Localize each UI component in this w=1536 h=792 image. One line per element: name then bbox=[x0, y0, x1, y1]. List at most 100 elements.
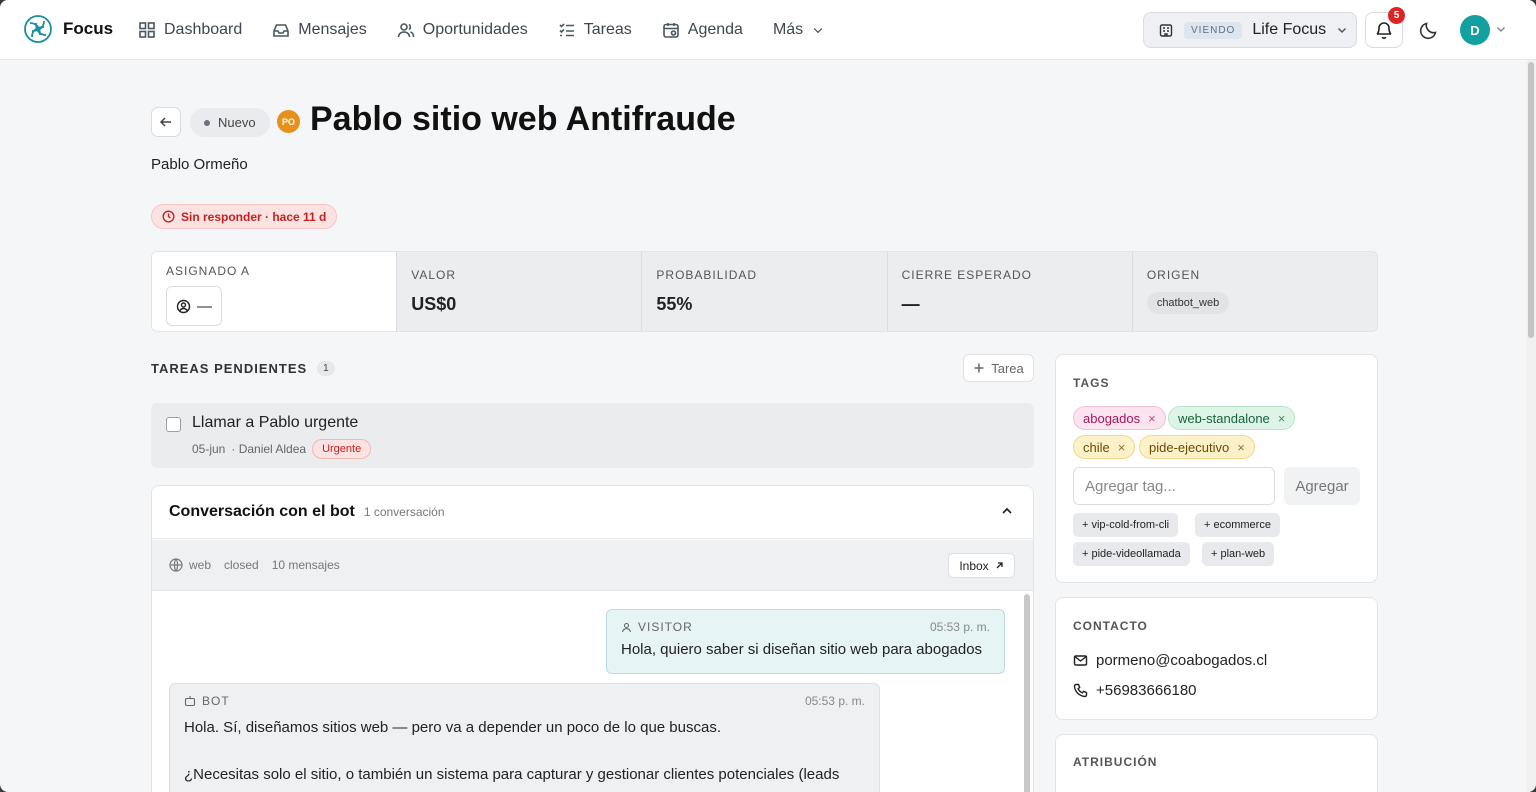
clock-icon bbox=[162, 210, 175, 223]
chevron-down-icon[interactable] bbox=[1495, 23, 1507, 35]
contact-card: CONTACTO pormeno@coabogados.cl +56983666… bbox=[1055, 597, 1378, 720]
page-title: Pablo sitio web Antifraude bbox=[310, 100, 736, 138]
page-scrollbar-thumb[interactable] bbox=[1528, 62, 1534, 338]
focus-logo-icon bbox=[24, 15, 52, 43]
bot-icon bbox=[184, 696, 196, 707]
user-circle-icon bbox=[176, 299, 191, 313]
tag-input[interactable]: Agregar tag... bbox=[1073, 467, 1275, 505]
task-row[interactable]: Llamar a Pablo urgente 05-jun · Daniel A… bbox=[151, 403, 1034, 468]
workspace-name: Life Focus bbox=[1252, 21, 1327, 38]
message-time: 05:53 p. m. bbox=[804, 694, 865, 708]
phone-icon bbox=[1073, 683, 1088, 698]
back-button[interactable] bbox=[151, 107, 181, 137]
nav-tareas-label: Tareas bbox=[583, 21, 632, 38]
external-arrow-icon bbox=[996, 562, 1003, 569]
status-dot bbox=[204, 119, 210, 126]
workspace-selector[interactable]: VIENDO Life Focus bbox=[1143, 12, 1357, 48]
contact-name: Pablo Ormeño bbox=[151, 156, 248, 173]
tag-suggestion[interactable]: + vip-cold-from-cli bbox=[1073, 513, 1179, 537]
checklist-icon bbox=[559, 23, 574, 37]
tasks-count: 1 bbox=[317, 361, 335, 376]
message-role: BOT bbox=[202, 694, 230, 708]
contact-phone[interactable]: +56983666180 bbox=[1073, 682, 1197, 699]
message-bot: BOT 05:53 p. m. Hola. Sí, diseñamos siti… bbox=[169, 683, 880, 792]
tag-label: web-standalone bbox=[1178, 410, 1270, 426]
inbox-button[interactable]: Inbox bbox=[948, 553, 1015, 578]
nav-mas[interactable]: Más bbox=[773, 21, 825, 39]
bot-conversation-panel: Conversación con el bot 1 conversación w… bbox=[151, 485, 1034, 792]
messages-list[interactable]: VISITOR 05:53 p. m. Hola, quiero saber s… bbox=[152, 592, 1033, 792]
plus-icon bbox=[974, 363, 984, 373]
top-navigation: Focus Dashboard Mensajes Oportunidades T… bbox=[0, 0, 1536, 60]
tag-suggestion[interactable]: + pide-videollamada bbox=[1073, 542, 1190, 566]
arrow-left-icon bbox=[159, 117, 171, 127]
task-owner: · Daniel Aldea bbox=[231, 442, 307, 456]
contact-email-text: pormeno@coabogados.cl bbox=[1096, 652, 1268, 669]
close-icon[interactable]: × bbox=[1118, 440, 1126, 455]
tasks-title: TAREAS PENDIENTES bbox=[151, 361, 308, 376]
nav-mensajes-label: Mensajes bbox=[298, 21, 367, 38]
close-icon[interactable]: × bbox=[1278, 411, 1286, 426]
tag-suggestion[interactable]: + plan-web bbox=[1202, 542, 1275, 566]
stat-close-value: — bbox=[901, 294, 920, 314]
conversation-header[interactable]: Conversación con el bot 1 conversación bbox=[152, 486, 1033, 539]
notifications-button[interactable]: 5 bbox=[1365, 7, 1405, 48]
nav-agenda[interactable]: Agenda bbox=[662, 21, 743, 39]
status-label: Nuevo bbox=[218, 115, 256, 130]
close-icon[interactable]: × bbox=[1237, 440, 1245, 455]
tag-label: chile bbox=[1083, 439, 1110, 455]
tag-suggestion[interactable]: + ecommerce bbox=[1195, 513, 1280, 537]
chevron-up-icon[interactable] bbox=[1000, 504, 1014, 518]
moon-icon[interactable] bbox=[1418, 19, 1440, 41]
contact-label: CONTACTO bbox=[1073, 619, 1148, 633]
tag-label: abogados bbox=[1083, 410, 1141, 426]
nav-tareas[interactable]: Tareas bbox=[558, 21, 632, 39]
bell-icon bbox=[1376, 22, 1392, 39]
owner-avatar: PO bbox=[277, 110, 300, 133]
tag-chip: abogados × bbox=[1073, 406, 1166, 430]
messages-scrollbar[interactable] bbox=[1024, 594, 1030, 792]
nav-mensajes[interactable]: Mensajes bbox=[272, 21, 367, 39]
stat-value-value: US$0 bbox=[411, 294, 457, 314]
task-checkbox[interactable] bbox=[166, 417, 181, 432]
message-time: 05:53 p. m. bbox=[929, 620, 990, 634]
response-alert-badge: Sin responder · hace 11 d bbox=[151, 204, 338, 229]
stat-origin-label: ORIGEN bbox=[1146, 268, 1201, 282]
tag-chip: pide-ejecutivo × bbox=[1139, 435, 1255, 459]
contact-phone-text: +56983666180 bbox=[1096, 682, 1197, 699]
add-tag-button[interactable]: Agregar bbox=[1284, 467, 1360, 505]
task-urgent-badge: Urgente bbox=[312, 439, 372, 459]
nav-oportunidades[interactable]: Oportunidades bbox=[397, 21, 528, 39]
status-badge[interactable]: Nuevo bbox=[190, 108, 270, 137]
add-task-button[interactable]: Tarea bbox=[963, 354, 1034, 382]
nav-oportunidades-label: Oportunidades bbox=[422, 21, 528, 38]
stat-assigned-label: ASIGNADO A bbox=[166, 264, 251, 278]
message-header: VISITOR 05:53 p. m. bbox=[621, 620, 990, 634]
attribution-card: ATRIBUCIÓN bbox=[1055, 734, 1378, 792]
nav-dashboard[interactable]: Dashboard bbox=[138, 21, 242, 39]
users-icon bbox=[397, 23, 415, 38]
message-text: Hola. Sí, diseñamos sitios web — pero va… bbox=[184, 719, 721, 736]
stat-close-date[interactable]: CIERRE ESPERADO — bbox=[886, 252, 1132, 331]
stat-value[interactable]: VALOR US$0 bbox=[396, 252, 641, 331]
close-icon[interactable]: × bbox=[1148, 411, 1156, 426]
origin-chip: chatbot_web bbox=[1146, 292, 1230, 314]
grid-icon bbox=[139, 22, 155, 38]
stats-bar: ASIGNADO A — VALOR US$0 PROBABILIDAD 55%… bbox=[151, 251, 1378, 332]
nav-items: Dashboard Mensajes Oportunidades Tareas … bbox=[138, 0, 825, 60]
stat-probability[interactable]: PROBABILIDAD 55% bbox=[641, 252, 886, 331]
page-scrollbar[interactable] bbox=[1526, 60, 1536, 792]
inbox-label: Inbox bbox=[959, 558, 989, 573]
tag-chip: web-standalone × bbox=[1168, 406, 1296, 430]
mail-icon bbox=[1073, 655, 1088, 666]
contact-email[interactable]: pormeno@coabogados.cl bbox=[1073, 652, 1267, 669]
nav-dashboard-label: Dashboard bbox=[164, 21, 243, 38]
brand[interactable]: Focus bbox=[22, 13, 113, 45]
conversation-meta-bar: web closed 10 mensajes Inbox bbox=[152, 540, 1033, 591]
calendar-icon bbox=[662, 23, 679, 38]
user-avatar[interactable]: D bbox=[1460, 15, 1490, 45]
viewing-badge: VIENDO bbox=[1184, 21, 1243, 39]
stat-probability-value: 55% bbox=[656, 294, 693, 314]
tag-label: pide-ejecutivo bbox=[1149, 439, 1230, 455]
assignee-selector[interactable]: — bbox=[166, 286, 222, 326]
